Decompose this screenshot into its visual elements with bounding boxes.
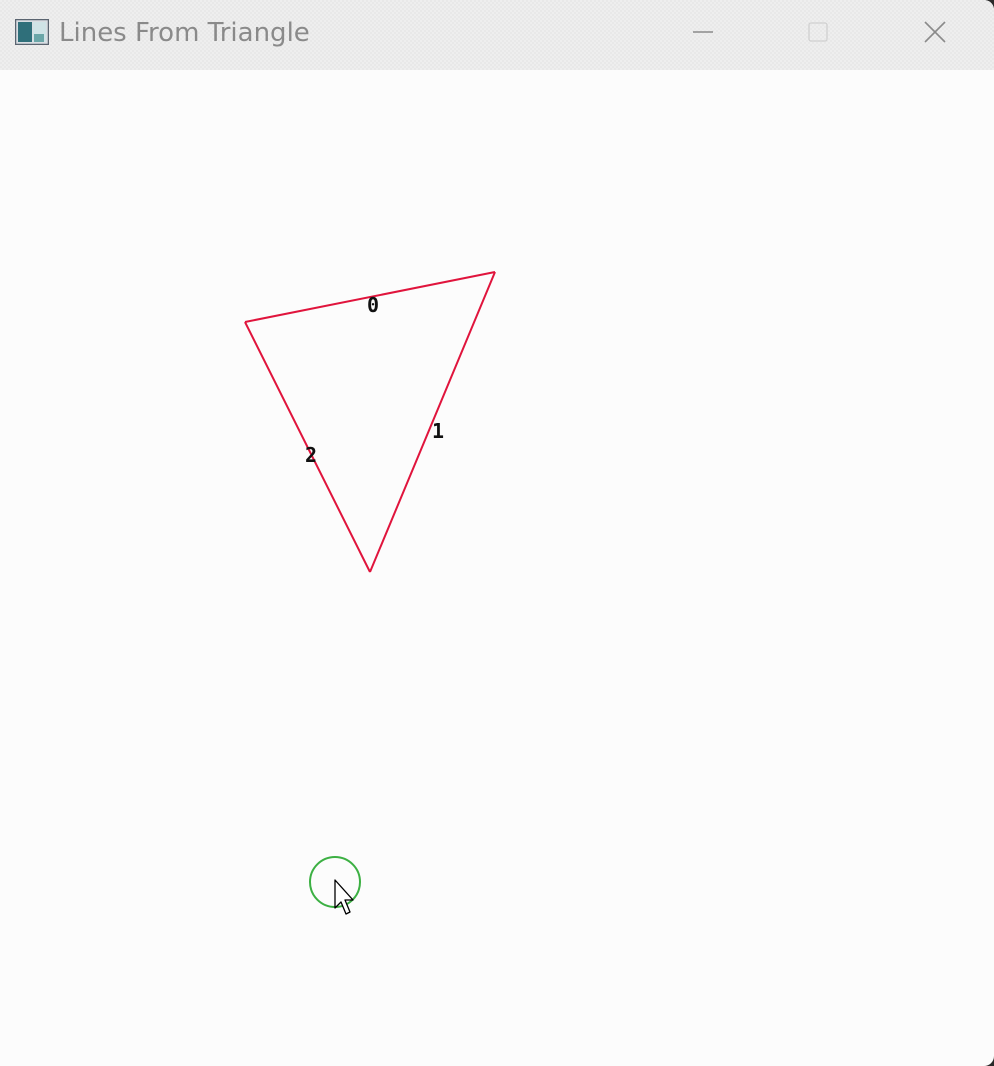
minimize-icon — [693, 31, 713, 33]
window-title: Lines From Triangle — [59, 18, 310, 48]
edge-label-2: 2 — [305, 443, 317, 467]
close-icon — [924, 21, 946, 43]
triangle — [244, 271, 496, 573]
maximize-button[interactable] — [788, 10, 848, 54]
canvas-svg: 0 1 2 — [244, 271, 496, 915]
title-bar[interactable]: Lines From Triangle — [0, 0, 994, 70]
edge-label-1: 1 — [432, 419, 444, 443]
app-window: Lines From Triangle 0 1 2 — [0, 0, 994, 1066]
app-icon — [15, 19, 49, 45]
minimize-button[interactable] — [673, 10, 733, 54]
drawing-canvas[interactable]: 0 1 2 — [0, 70, 994, 1066]
maximize-icon — [808, 22, 828, 42]
arrow-cursor-icon — [334, 879, 354, 915]
edge-label-0: 0 — [367, 293, 379, 317]
close-button[interactable] — [905, 10, 965, 54]
